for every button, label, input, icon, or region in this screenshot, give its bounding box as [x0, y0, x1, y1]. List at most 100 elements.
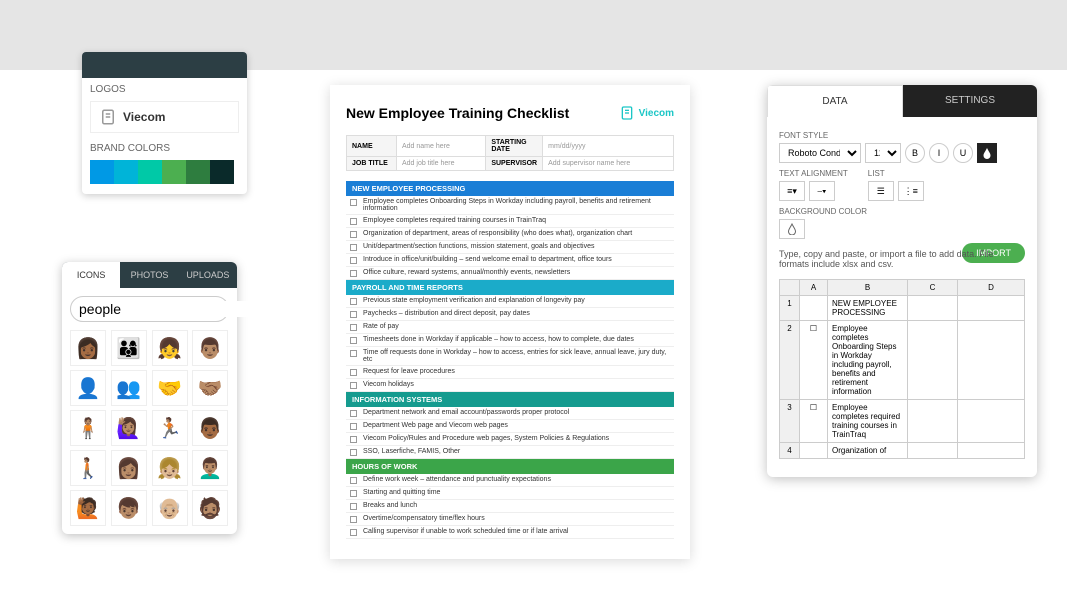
icon-item[interactable]: 🏃🏽	[152, 410, 188, 446]
icon-item[interactable]: 🧔🏽	[192, 490, 228, 526]
info-sup-value[interactable]: Add supervisor name here	[543, 157, 674, 171]
cell[interactable]	[958, 296, 1025, 321]
icon-item[interactable]: 🧍🏽	[70, 410, 106, 446]
checklist-row[interactable]: Department Web page and Viecom web pages	[346, 420, 674, 433]
checkbox[interactable]	[350, 516, 357, 523]
bold-button[interactable]: B	[905, 143, 925, 163]
align-vertical-button[interactable]: ⎯▾	[809, 181, 835, 201]
cell[interactable]	[908, 321, 958, 400]
checklist-row[interactable]: Organization of department, areas of res…	[346, 228, 674, 241]
checklist-row[interactable]: Breaks and lunch	[346, 500, 674, 513]
icon-item[interactable]: 🤝	[152, 370, 188, 406]
checklist-row[interactable]: Viecom Policy/Rules and Procedure web pa…	[346, 433, 674, 446]
checkbox[interactable]	[350, 369, 357, 376]
checklist-row[interactable]: Previous state employment verification a…	[346, 295, 674, 308]
tab-uploads[interactable]: UPLOADS	[179, 262, 237, 288]
cell[interactable]	[908, 443, 958, 459]
checkbox[interactable]	[350, 257, 357, 264]
cell[interactable]: Employee completes required training cou…	[828, 400, 908, 443]
icon-search[interactable]	[70, 296, 229, 322]
font-size-select[interactable]: 12	[865, 143, 901, 163]
checklist-row[interactable]: Rate of pay	[346, 321, 674, 334]
checkbox[interactable]	[350, 311, 357, 318]
bullet-list-button[interactable]: ⋮≡	[898, 181, 924, 201]
column-header[interactable]: D	[958, 280, 1025, 296]
info-start-value[interactable]: mm/dd/yyyy	[543, 136, 674, 157]
checkbox[interactable]	[350, 324, 357, 331]
checkbox[interactable]	[350, 199, 357, 206]
data-grid[interactable]: ABCD 1NEW EMPLOYEE PROCESSING2☐Employee …	[779, 279, 1025, 459]
cell[interactable]	[908, 296, 958, 321]
checklist-row[interactable]: Viecom holidays	[346, 379, 674, 392]
checklist-row[interactable]: Request for leave procedures	[346, 366, 674, 379]
icon-item[interactable]: 👴🏼	[152, 490, 188, 526]
bg-color-button[interactable]	[779, 219, 805, 239]
checkbox[interactable]	[350, 423, 357, 430]
underline-button[interactable]: U	[953, 143, 973, 163]
icon-item[interactable]: 👨🏾	[192, 410, 228, 446]
italic-button[interactable]: I	[929, 143, 949, 163]
document-preview[interactable]: New Employee Training Checklist Viecom N…	[330, 85, 690, 559]
icon-item[interactable]: 🚶🏽	[70, 450, 106, 486]
icon-item[interactable]: 👥	[111, 370, 147, 406]
table-row[interactable]: 4 Organization of	[780, 443, 1025, 459]
cell[interactable]: ☐	[800, 400, 828, 443]
cell[interactable]: ☐	[800, 321, 828, 400]
color-swatch[interactable]	[138, 160, 162, 184]
cell[interactable]: 1	[780, 296, 800, 321]
checkbox[interactable]	[350, 490, 357, 497]
checklist-row[interactable]: Define work week – attendance and punctu…	[346, 474, 674, 487]
checkbox[interactable]	[350, 449, 357, 456]
color-swatch[interactable]	[90, 160, 114, 184]
color-swatch[interactable]	[210, 160, 234, 184]
checkbox[interactable]	[350, 529, 357, 536]
checklist-row[interactable]: Department network and email account/pas…	[346, 407, 674, 420]
checklist-row[interactable]: Introduce in office/unit/building – send…	[346, 254, 674, 267]
color-swatch[interactable]	[186, 160, 210, 184]
tab-data[interactable]: DATA	[767, 85, 903, 117]
cell[interactable]: Organization of	[828, 443, 908, 459]
search-input[interactable]	[79, 301, 260, 317]
checkbox[interactable]	[350, 477, 357, 484]
checkbox[interactable]	[350, 298, 357, 305]
checkbox[interactable]	[350, 337, 357, 344]
cell[interactable]: NEW EMPLOYEE PROCESSING	[828, 296, 908, 321]
icon-item[interactable]: 👦🏽	[111, 490, 147, 526]
table-row[interactable]: 2☐Employee completes Onboarding Steps in…	[780, 321, 1025, 400]
icon-item[interactable]: 🤝🏽	[192, 370, 228, 406]
checkbox[interactable]	[350, 231, 357, 238]
checkbox[interactable]	[350, 436, 357, 443]
icon-item[interactable]: 👩🏾	[70, 330, 106, 366]
icon-item[interactable]: 👤	[70, 370, 106, 406]
cell[interactable]	[908, 400, 958, 443]
color-swatch[interactable]	[162, 160, 186, 184]
checklist-row[interactable]: Starting and quitting time	[346, 487, 674, 500]
tab-settings[interactable]: SETTINGS	[903, 85, 1037, 117]
icon-item[interactable]: 👨‍👩‍👦	[111, 330, 147, 366]
checklist-row[interactable]: Overtime/compensatory time/flex hours	[346, 513, 674, 526]
checkbox[interactable]	[350, 382, 357, 389]
table-row[interactable]: 3☐Employee completes required training c…	[780, 400, 1025, 443]
checkbox[interactable]	[350, 218, 357, 225]
logos-panel-header[interactable]	[82, 52, 247, 78]
checkbox[interactable]	[350, 270, 357, 277]
icon-item[interactable]: 🙋🏾	[70, 490, 106, 526]
cell[interactable]: Employee completes Onboarding Steps in W…	[828, 321, 908, 400]
font-color-button[interactable]	[977, 143, 997, 163]
icon-item[interactable]: 👩🏽	[111, 450, 147, 486]
cell[interactable]	[958, 321, 1025, 400]
checklist-row[interactable]: Time off requests done in Workday – how …	[346, 347, 674, 366]
cell[interactable]	[958, 400, 1025, 443]
checkbox[interactable]	[350, 244, 357, 251]
icon-item[interactable]: 👧	[152, 330, 188, 366]
icon-item[interactable]: 👨🏽	[192, 330, 228, 366]
icon-item[interactable]: 🙋🏽‍♀️	[111, 410, 147, 446]
table-row[interactable]: 1 NEW EMPLOYEE PROCESSING	[780, 296, 1025, 321]
column-header[interactable]: A	[800, 280, 828, 296]
column-header[interactable]: C	[908, 280, 958, 296]
column-header[interactable]	[780, 280, 800, 296]
cell[interactable]	[800, 296, 828, 321]
tab-icons[interactable]: ICONS	[62, 262, 120, 288]
cell[interactable]: 4	[780, 443, 800, 459]
icon-item[interactable]: 👨🏽‍🦱	[192, 450, 228, 486]
